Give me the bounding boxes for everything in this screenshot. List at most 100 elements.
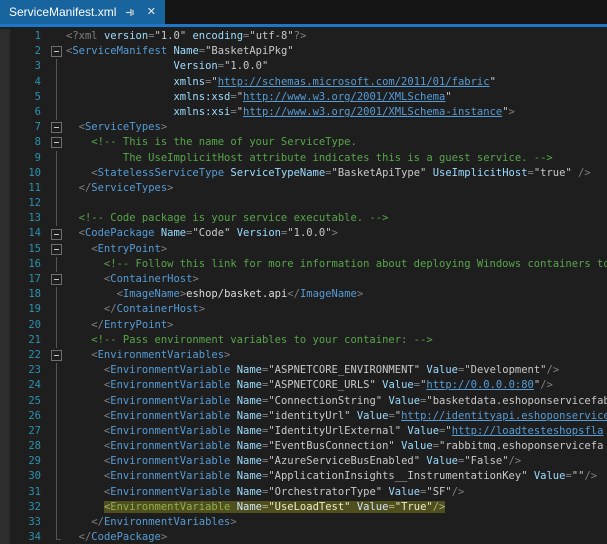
fold-collapse-box[interactable] xyxy=(48,44,64,59)
indicator-margin[interactable] xyxy=(0,302,10,317)
indicator-margin[interactable] xyxy=(0,196,10,211)
collapse-minus-icon[interactable] xyxy=(51,244,62,255)
indicator-margin[interactable] xyxy=(0,424,10,439)
code-text[interactable]: <!-- Pass environment variables to your … xyxy=(64,333,607,348)
code-text[interactable]: <EnvironmentVariable Name="ApplicationIn… xyxy=(64,469,607,484)
indicator-margin[interactable] xyxy=(0,500,10,515)
code-line[interactable]: 31 <EnvironmentVariable Name="Orchestrat… xyxy=(0,485,607,500)
close-icon[interactable]: ✕ xyxy=(144,5,158,19)
fold-collapse-box[interactable] xyxy=(48,226,64,241)
code-text[interactable]: <EnvironmentVariable Name="AzureServiceB… xyxy=(64,454,607,469)
indicator-margin[interactable] xyxy=(0,485,10,500)
code-line[interactable]: 33 </EnvironmentVariables> xyxy=(0,515,607,530)
code-line[interactable]: 16 <!-- Follow this link for more inform… xyxy=(0,257,607,272)
code-line[interactable]: 20 </EntryPoint> xyxy=(0,318,607,333)
indicator-margin[interactable] xyxy=(0,469,10,484)
code-text[interactable]: <EnvironmentVariable Name="IdentityUrlEx… xyxy=(64,424,607,439)
collapse-minus-icon[interactable] xyxy=(51,229,62,240)
indicator-margin[interactable] xyxy=(0,166,10,181)
code-text[interactable]: The UseImplicitHost attribute indicates … xyxy=(64,151,607,166)
indicator-margin[interactable] xyxy=(0,90,10,105)
code-text[interactable]: <EnvironmentVariable Name="ConnectionStr… xyxy=(64,394,607,409)
collapse-minus-icon[interactable] xyxy=(51,137,62,148)
code-line[interactable]: 5 xmlns:xsd="http://www.w3.org/2001/XMLS… xyxy=(0,90,607,105)
code-text[interactable]: <EnvironmentVariable Name="OrchestratorT… xyxy=(64,485,607,500)
code-text[interactable]: <EntryPoint> xyxy=(64,242,607,257)
collapse-minus-icon[interactable] xyxy=(51,350,62,361)
code-text[interactable]: <CodePackage Name="Code" Version="1.0.0"… xyxy=(64,226,607,241)
code-line[interactable]: 10 <StatelessServiceType ServiceTypeName… xyxy=(0,166,607,181)
indicator-margin[interactable] xyxy=(0,242,10,257)
code-line[interactable]: 6 xmlns:xsi="http://www.w3.org/2001/XMLS… xyxy=(0,105,607,120)
code-text[interactable]: <!-- Follow this link for more informati… xyxy=(64,257,607,272)
code-text[interactable]: <ImageName>eshop/basket.api</ImageName> xyxy=(64,287,607,302)
code-text[interactable]: <ServiceManifest Name="BasketApiPkg" xyxy=(64,44,607,59)
indicator-margin[interactable] xyxy=(0,75,10,90)
collapse-minus-icon[interactable] xyxy=(51,122,62,133)
code-line[interactable]: 17 <ContainerHost> xyxy=(0,272,607,287)
collapse-minus-icon[interactable] xyxy=(51,274,62,285)
indicator-margin[interactable] xyxy=(0,272,10,287)
indicator-margin[interactable] xyxy=(0,257,10,272)
indicator-margin[interactable] xyxy=(0,394,10,409)
code-text[interactable] xyxy=(64,196,607,211)
code-text[interactable]: </ServiceTypes> xyxy=(64,181,607,196)
fold-collapse-box[interactable] xyxy=(48,135,64,150)
code-editor[interactable]: 1<?xml version="1.0" encoding="utf-8"?>2… xyxy=(0,27,607,544)
code-line[interactable]: 25 <EnvironmentVariable Name="Connection… xyxy=(0,394,607,409)
code-line[interactable]: 1<?xml version="1.0" encoding="utf-8"?> xyxy=(0,29,607,44)
code-text[interactable]: <EnvironmentVariable Name="ASPNETCORE_EN… xyxy=(64,363,607,378)
code-line[interactable]: 3 Version="1.0.0" xyxy=(0,59,607,74)
indicator-margin[interactable] xyxy=(0,454,10,469)
code-line[interactable]: 9 The UseImplicitHost attribute indicate… xyxy=(0,151,607,166)
code-line[interactable]: 32 <EnvironmentVariable Name="UseLoadTes… xyxy=(0,500,607,515)
code-text[interactable]: <EnvironmentVariables> xyxy=(64,348,607,363)
indicator-margin[interactable] xyxy=(0,348,10,363)
code-line[interactable]: 21 <!-- Pass environment variables to yo… xyxy=(0,333,607,348)
indicator-margin[interactable] xyxy=(0,59,10,74)
code-line[interactable]: 18 <ImageName>eshop/basket.api</ImageNam… xyxy=(0,287,607,302)
code-text[interactable]: <StatelessServiceType ServiceTypeName="B… xyxy=(64,166,607,181)
indicator-margin[interactable] xyxy=(0,409,10,424)
code-line[interactable]: 22 <EnvironmentVariables> xyxy=(0,348,607,363)
code-line[interactable]: 8 <!-- This is the name of your ServiceT… xyxy=(0,135,607,150)
indicator-margin[interactable] xyxy=(0,378,10,393)
code-text[interactable]: </EntryPoint> xyxy=(64,318,607,333)
tab-servicemanifest[interactable]: ServiceManifest.xml ✕ xyxy=(0,0,165,24)
indicator-margin[interactable] xyxy=(0,44,10,59)
indicator-margin[interactable] xyxy=(0,530,10,544)
code-line[interactable]: 28 <EnvironmentVariable Name="EventBusCo… xyxy=(0,439,607,454)
code-line[interactable]: 19 </ContainerHost> xyxy=(0,302,607,317)
indicator-margin[interactable] xyxy=(0,515,10,530)
indicator-margin[interactable] xyxy=(0,29,10,44)
pin-icon[interactable] xyxy=(123,5,137,19)
code-line[interactable]: 24 <EnvironmentVariable Name="ASPNETCORE… xyxy=(0,378,607,393)
code-line[interactable]: 23 <EnvironmentVariable Name="ASPNETCORE… xyxy=(0,363,607,378)
code-text[interactable]: <EnvironmentVariable Name="UseLoadTest" … xyxy=(64,500,607,515)
code-line[interactable]: 26 <EnvironmentVariable Name="identityUr… xyxy=(0,409,607,424)
code-line[interactable]: 15 <EntryPoint> xyxy=(0,242,607,257)
code-line[interactable]: 2<ServiceManifest Name="BasketApiPkg" xyxy=(0,44,607,59)
indicator-margin[interactable] xyxy=(0,151,10,166)
indicator-margin[interactable] xyxy=(0,135,10,150)
indicator-margin[interactable] xyxy=(0,318,10,333)
code-line[interactable]: 27 <EnvironmentVariable Name="IdentityUr… xyxy=(0,424,607,439)
code-text[interactable]: <?xml version="1.0" encoding="utf-8"?> xyxy=(64,29,607,44)
code-line[interactable]: 11 </ServiceTypes> xyxy=(0,181,607,196)
code-text[interactable]: <!-- Code package is your service execut… xyxy=(64,211,607,226)
indicator-margin[interactable] xyxy=(0,333,10,348)
code-text[interactable]: xmlns:xsd="http://www.w3.org/2001/XMLSch… xyxy=(64,90,607,105)
code-line[interactable]: 13 <!-- Code package is your service exe… xyxy=(0,211,607,226)
indicator-margin[interactable] xyxy=(0,363,10,378)
code-text[interactable]: </ContainerHost> xyxy=(64,302,607,317)
indicator-margin[interactable] xyxy=(0,120,10,135)
code-text[interactable]: Version="1.0.0" xyxy=(64,59,607,74)
code-text[interactable]: xmlns:xsi="http://www.w3.org/2001/XMLSch… xyxy=(64,105,607,120)
code-line[interactable]: 4 xmlns="http://schemas.microsoft.com/20… xyxy=(0,75,607,90)
code-text[interactable]: <!-- This is the name of your ServiceTyp… xyxy=(64,135,607,150)
code-line[interactable]: 12 xyxy=(0,196,607,211)
indicator-margin[interactable] xyxy=(0,226,10,241)
code-text[interactable]: <ContainerHost> xyxy=(64,272,607,287)
code-line[interactable]: 14 <CodePackage Name="Code" Version="1.0… xyxy=(0,226,607,241)
code-text[interactable]: <ServiceTypes> xyxy=(64,120,607,135)
